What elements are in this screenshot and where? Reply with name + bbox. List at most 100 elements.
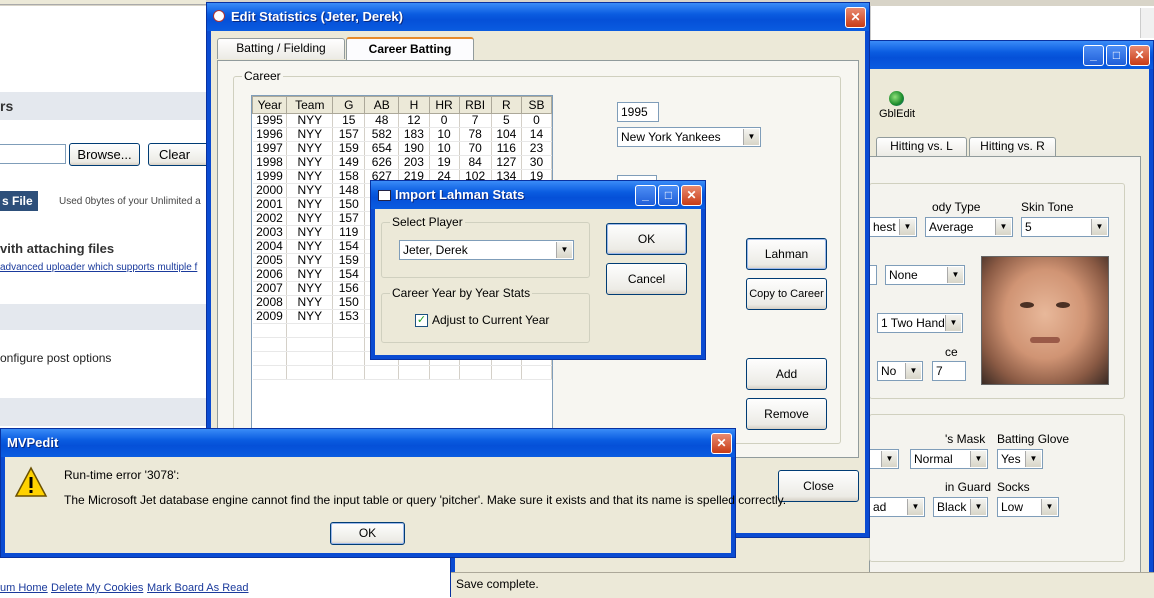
table-row[interactable]: 1998 NYY 149 626 203 19 84 127 30 [252, 155, 552, 170]
table-cell[interactable]: 19 [429, 155, 460, 170]
table-cell[interactable]: NYY [286, 197, 334, 212]
table-cell[interactable] [332, 365, 366, 380]
table-cell[interactable]: NYY [286, 225, 334, 240]
no-select[interactable]: No ▼ [877, 361, 923, 381]
table-cell[interactable]: 150 [332, 295, 366, 310]
table-cell[interactable]: 183 [398, 127, 430, 142]
table-cell[interactable]: 148 [332, 183, 366, 198]
table-cell[interactable] [332, 323, 366, 338]
table-cell[interactable] [398, 365, 430, 380]
table-cell[interactable]: NYY [286, 141, 334, 156]
table-cell[interactable]: 127 [491, 155, 522, 170]
table-cell[interactable]: 159 [332, 141, 366, 156]
table-cell[interactable]: 150 [332, 197, 366, 212]
table-cell[interactable]: 1997 [252, 141, 288, 156]
year-input[interactable]: 1995 [617, 102, 659, 122]
close-window-button[interactable]: ✕ [711, 433, 732, 454]
table-cell[interactable]: 157 [332, 127, 366, 142]
table-cell[interactable]: 2004 [252, 239, 288, 254]
table-cell[interactable] [286, 351, 334, 366]
table-cell[interactable]: NYY [286, 127, 334, 142]
gbl-edit-label[interactable]: GblEdit [879, 108, 915, 120]
browse-button[interactable]: Browse... [69, 143, 140, 166]
table-cell[interactable]: 116 [491, 141, 522, 156]
table-cell[interactable]: 78 [459, 127, 492, 142]
table-row[interactable]: 1997 NYY 159 654 190 10 70 116 23 [252, 141, 552, 156]
table-cell[interactable]: 2003 [252, 225, 288, 240]
table-cell[interactable]: 2002 [252, 211, 288, 226]
table-cell[interactable]: 23 [521, 141, 552, 156]
column-header-team[interactable]: Team [286, 96, 334, 114]
table-cell[interactable]: 203 [398, 155, 430, 170]
table-cell[interactable]: 154 [332, 239, 366, 254]
minimize-button[interactable]: _ [635, 185, 656, 206]
copy-to-career-button[interactable]: Copy to Career [746, 278, 827, 310]
table-cell[interactable]: 48 [364, 113, 400, 128]
table-cell[interactable] [252, 337, 288, 352]
table-cell[interactable] [286, 337, 334, 352]
table-cell[interactable]: 156 [332, 281, 366, 296]
table-cell[interactable]: 154 [332, 267, 366, 282]
equip-select-1[interactable]: ▼ [869, 449, 899, 469]
remove-button[interactable]: Remove [746, 398, 827, 430]
table-cell[interactable]: 7 [459, 113, 492, 128]
table-cell[interactable]: NYY [286, 239, 334, 254]
table-cell[interactable] [332, 337, 366, 352]
table-cell[interactable]: NYY [286, 183, 334, 198]
table-cell[interactable]: 70 [459, 141, 492, 156]
table-cell[interactable]: NYY [286, 267, 334, 282]
table-cell[interactable]: 1995 [252, 113, 288, 128]
globe-icon[interactable] [889, 91, 904, 106]
seven-field[interactable]: 7 [932, 361, 966, 381]
footer-link-mark-read[interactable]: Mark Board As Read [147, 582, 249, 594]
table-cell[interactable]: NYY [286, 155, 334, 170]
add-button[interactable]: Add [746, 358, 827, 390]
table-cell[interactable]: 2008 [252, 295, 288, 310]
body-type-select[interactable]: Average ▼ [925, 217, 1013, 237]
table-cell[interactable]: NYY [286, 309, 334, 324]
table-cell[interactable]: NYY [286, 169, 334, 184]
adjust-year-label[interactable]: Adjust to Current Year [432, 313, 549, 327]
none-select[interactable]: None ▼ [885, 265, 965, 285]
socks-select[interactable]: Low ▼ [997, 497, 1059, 517]
table-cell[interactable]: 654 [364, 141, 400, 156]
table-cell[interactable]: 2001 [252, 197, 288, 212]
table-cell[interactable]: 626 [364, 155, 400, 170]
clear-button[interactable]: Clear Se [148, 143, 210, 166]
table-cell[interactable]: 0 [521, 113, 552, 128]
table-cell[interactable] [521, 365, 552, 380]
file-path-input[interactable] [0, 144, 66, 164]
tab-career-batting[interactable]: Career Batting [346, 37, 474, 60]
advanced-uploader-link[interactable]: advanced uploader which supports multipl… [0, 262, 197, 273]
table-cell[interactable]: 84 [459, 155, 492, 170]
tab-batting-fielding[interactable]: Batting / Fielding [217, 38, 345, 59]
small-field[interactable] [869, 265, 877, 285]
table-cell[interactable]: 157 [332, 211, 366, 226]
ad-select[interactable]: ad ▼ [869, 497, 925, 517]
table-cell[interactable]: 30 [521, 155, 552, 170]
table-cell[interactable] [252, 365, 288, 380]
table-cell[interactable]: 149 [332, 155, 366, 170]
column-header-h[interactable]: H [398, 96, 430, 114]
table-cell[interactable] [364, 365, 400, 380]
table-cell[interactable]: 10 [429, 127, 460, 142]
table-cell[interactable]: 14 [521, 127, 552, 142]
table-cell[interactable]: 15 [332, 113, 366, 128]
table-cell[interactable] [332, 351, 366, 366]
table-cell[interactable]: 2006 [252, 267, 288, 282]
import-cancel-button[interactable]: Cancel [606, 263, 687, 295]
footer-link-cookies[interactable]: Delete My Cookies [51, 582, 143, 594]
table-cell[interactable]: 153 [332, 309, 366, 324]
table-cell[interactable]: 582 [364, 127, 400, 142]
table-cell[interactable]: 2000 [252, 183, 288, 198]
player-select[interactable]: Jeter, Derek ▼ [399, 240, 574, 260]
skin-tone-select[interactable]: 5 ▼ [1021, 217, 1109, 237]
table-cell[interactable]: 1998 [252, 155, 288, 170]
table-cell[interactable]: 5 [491, 113, 522, 128]
table-cell[interactable] [252, 323, 288, 338]
mask-select[interactable]: Normal ▼ [910, 449, 988, 469]
chest-select[interactable]: hest ▼ [869, 217, 917, 237]
table-cell[interactable]: 2009 [252, 309, 288, 324]
column-header-year[interactable]: Year [252, 96, 288, 114]
minimize-button[interactable]: _ [1083, 45, 1104, 66]
